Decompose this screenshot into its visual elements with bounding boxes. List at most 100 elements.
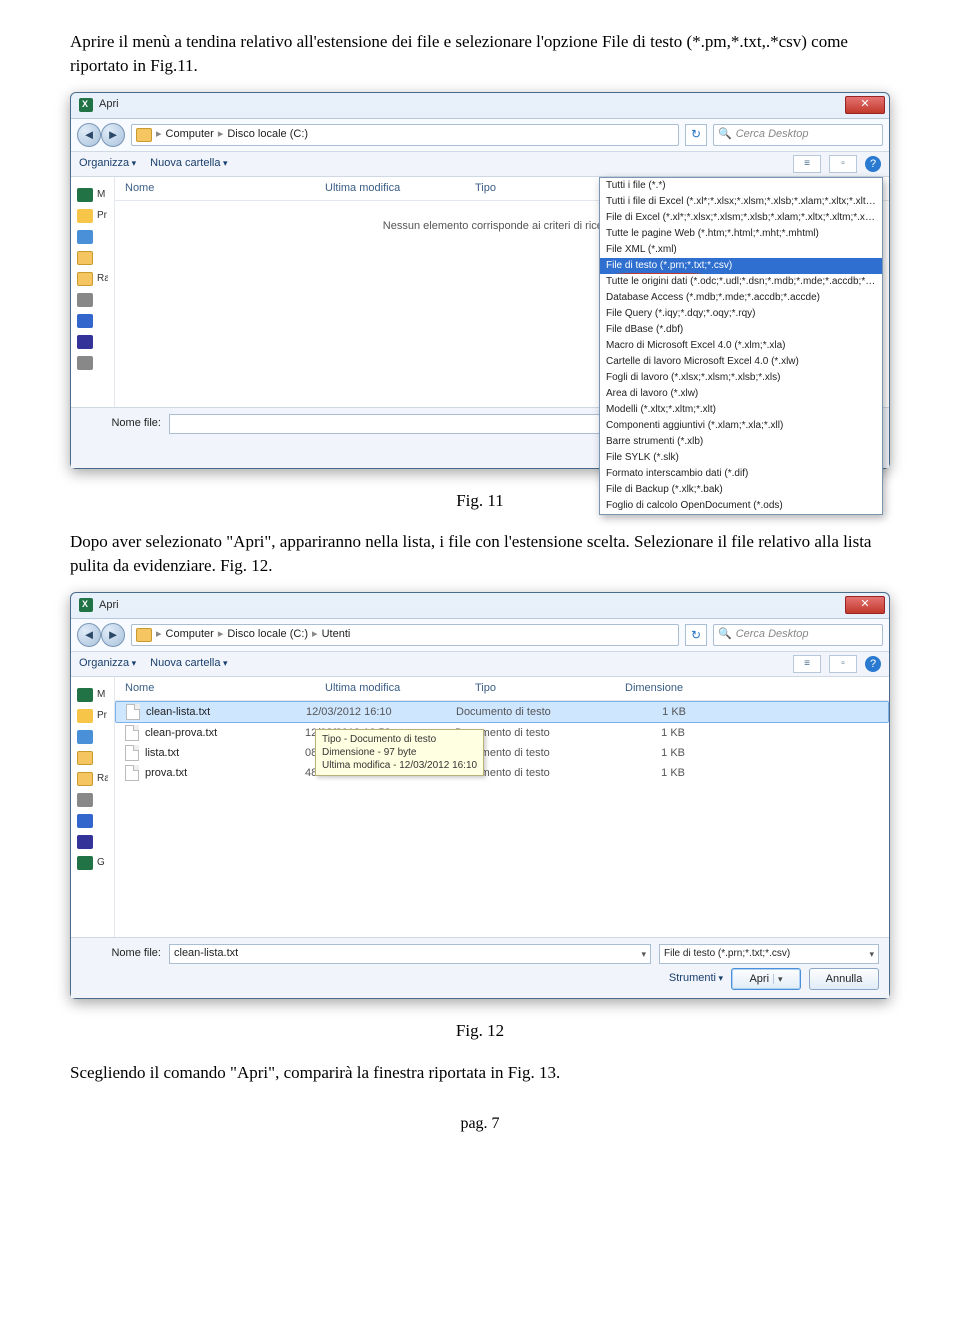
filetype-option[interactable]: Tutte le origini dati (*.odc;*.udl;*.dsn…: [600, 274, 882, 290]
sidebar-item[interactable]: [77, 791, 108, 809]
forward-button[interactable]: ►: [101, 623, 125, 647]
search-input[interactable]: 🔍 Cerca Desktop: [713, 124, 883, 146]
filetype-option[interactable]: Cartelle di lavoro Microsoft Excel 4.0 (…: [600, 354, 882, 370]
organize-menu[interactable]: Organizza: [79, 156, 136, 171]
filetype-option[interactable]: Tutti i file (*.*): [600, 178, 882, 194]
filetype-option[interactable]: Formato interscambio dati (*.dif): [600, 466, 882, 482]
filetype-option[interactable]: Tutti i file di Excel (*.xl*;*.xlsx;*.xl…: [600, 194, 882, 210]
close-button[interactable]: ✕: [845, 96, 885, 114]
sidebar-icon: [77, 835, 93, 849]
filetype-option[interactable]: Fogli di lavoro (*.xlsx;*.xlsm;*.xlsb;*.…: [600, 370, 882, 386]
filetype-option[interactable]: Macro di Microsoft Excel 4.0 (*.xlm;*.xl…: [600, 338, 882, 354]
filetype-option[interactable]: File SYLK (*.slk): [600, 450, 882, 466]
sidebar-item[interactable]: [77, 291, 108, 309]
file-name: lista.txt: [145, 746, 179, 761]
sidebar-item[interactable]: Ra: [77, 270, 108, 288]
back-button[interactable]: ◄: [77, 623, 101, 647]
breadcrumb-segment[interactable]: Computer: [166, 127, 214, 142]
cancel-button[interactable]: Annulla: [809, 968, 879, 990]
figure-caption-12: Fig. 12: [70, 1019, 890, 1043]
chevron-right-icon: ▸: [310, 627, 320, 642]
search-input[interactable]: 🔍 Cerca Desktop: [713, 624, 883, 646]
preview-pane-button[interactable]: ▫: [829, 155, 857, 173]
sidebar-item[interactable]: [77, 249, 108, 267]
sidebar-item[interactable]: Pr: [77, 207, 108, 225]
view-mode-button[interactable]: ≡: [793, 655, 821, 673]
col-name[interactable]: Nome: [125, 181, 325, 196]
col-name[interactable]: Nome: [125, 681, 325, 696]
col-type[interactable]: Tipo: [475, 681, 625, 696]
col-modified[interactable]: Ultima modifica: [325, 181, 475, 196]
sidebar-item[interactable]: [77, 228, 108, 246]
highlight-annotation: [600, 273, 724, 274]
preview-pane-button[interactable]: ▫: [829, 655, 857, 673]
sidebar-item[interactable]: M: [77, 686, 108, 704]
sidebar-item[interactable]: Ra: [77, 770, 108, 788]
filetype-select[interactable]: File di testo (*.prn;*.txt;*.csv) ▾: [659, 944, 879, 964]
sidebar-icon: [77, 688, 93, 702]
close-button[interactable]: ✕: [845, 596, 885, 614]
sidebar-item[interactable]: [77, 812, 108, 830]
open-dialog-fig12: Apri ✕ ◄ ► ▸ Computer ▸ Disco locale (C:…: [70, 592, 890, 999]
col-modified[interactable]: Ultima modifica: [325, 681, 475, 696]
open-button[interactable]: Apri▾: [731, 968, 801, 990]
sidebar-item[interactable]: [77, 312, 108, 330]
help-button[interactable]: ?: [865, 156, 881, 172]
new-folder-button[interactable]: Nuova cartella: [150, 156, 227, 171]
help-button[interactable]: ?: [865, 656, 881, 672]
forward-button[interactable]: ►: [101, 123, 125, 147]
file-row[interactable]: clean-prova.txt12/03/2012 16:53Documento…: [115, 723, 889, 743]
filename-input[interactable]: clean-lista.txt ▾: [169, 944, 651, 964]
filetype-option[interactable]: File di testo (*.prn;*.txt;*.csv): [600, 258, 882, 274]
tooltip-line: Dimensione - 97 byte: [322, 746, 477, 759]
sidebar-item[interactable]: [77, 354, 108, 372]
organize-menu[interactable]: Organizza: [79, 656, 136, 671]
file-type: Documento di testo: [456, 705, 606, 720]
filetype-option[interactable]: Foglio di calcolo OpenDocument (*.ods): [600, 498, 882, 514]
sidebar-item[interactable]: Pr: [77, 707, 108, 725]
filetype-option[interactable]: Modelli (*.xltx;*.xltm;*.xlt): [600, 402, 882, 418]
filetype-option[interactable]: File di Backup (*.xlk;*.bak): [600, 482, 882, 498]
file-row[interactable]: clean-lista.txt12/03/2012 16:10Documento…: [115, 701, 889, 723]
filetype-option[interactable]: File di Excel (*.xl*;*.xlsx;*.xlsm;*.xls…: [600, 210, 882, 226]
back-button[interactable]: ◄: [77, 123, 101, 147]
refresh-button[interactable]: ↻: [685, 624, 707, 646]
sidebar-item[interactable]: [77, 333, 108, 351]
paragraph-2: Dopo aver selezionato "Apri", apparirann…: [70, 530, 890, 578]
file-size: 1 KB: [605, 726, 685, 741]
chevron-right-icon: ▸: [216, 127, 226, 142]
refresh-button[interactable]: ↻: [685, 124, 707, 146]
sidebar-item[interactable]: G: [77, 854, 108, 872]
sidebar-item[interactable]: [77, 749, 108, 767]
filetype-option[interactable]: Componenti aggiuntivi (*.xlam;*.xla;*.xl…: [600, 418, 882, 434]
filetype-option[interactable]: File Query (*.iqy;*.dqy;*.oqy;*.rqy): [600, 306, 882, 322]
file-row[interactable]: prova.txt48Documento di testo1 KB: [115, 763, 889, 783]
filetype-option[interactable]: Barre strumenti (*.xlb): [600, 434, 882, 450]
breadcrumb-bar[interactable]: ▸ Computer ▸ Disco locale (C:): [131, 124, 679, 146]
filetype-option[interactable]: File XML (*.xml): [600, 242, 882, 258]
file-row[interactable]: lista.txt08Documento di testo1 KB: [115, 743, 889, 763]
filename-input[interactable]: ▾: [169, 414, 651, 434]
sidebar-label: Ra: [97, 772, 108, 786]
sidebar-item[interactable]: [77, 728, 108, 746]
file-name: clean-lista.txt: [146, 705, 210, 720]
sidebar-item[interactable]: M: [77, 186, 108, 204]
nav-row: ◄ ► ▸ Computer ▸ Disco locale (C:) ↻ 🔍 C…: [71, 119, 889, 152]
tools-menu[interactable]: Strumenti: [669, 971, 723, 986]
breadcrumb-segment[interactable]: Computer: [166, 627, 214, 642]
filetype-option[interactable]: File dBase (*.dbf): [600, 322, 882, 338]
filetype-option[interactable]: Tutte le pagine Web (*.htm;*.html;*.mht;…: [600, 226, 882, 242]
sidebar-item[interactable]: [77, 833, 108, 851]
sidebar: M Pr Ra: [71, 177, 115, 407]
filetype-dropdown[interactable]: Tutti i file (*.*)Tutti i file di Excel …: [599, 177, 883, 515]
filetype-option[interactable]: Database Access (*.mdb;*.mde;*.accdb;*.a…: [600, 290, 882, 306]
breadcrumb-bar[interactable]: ▸ Computer ▸ Disco locale (C:) ▸ Utenti: [131, 624, 679, 646]
breadcrumb-segment[interactable]: Disco locale (C:): [227, 627, 308, 642]
view-mode-button[interactable]: ≡: [793, 155, 821, 173]
breadcrumb-segment[interactable]: Disco locale (C:): [227, 127, 308, 142]
new-folder-button[interactable]: Nuova cartella: [150, 656, 227, 671]
breadcrumb-segment[interactable]: Utenti: [322, 627, 351, 642]
filetype-option[interactable]: Area di lavoro (*.xlw): [600, 386, 882, 402]
col-dimension[interactable]: Dimensione: [625, 681, 725, 696]
file-size: 1 KB: [606, 705, 686, 720]
